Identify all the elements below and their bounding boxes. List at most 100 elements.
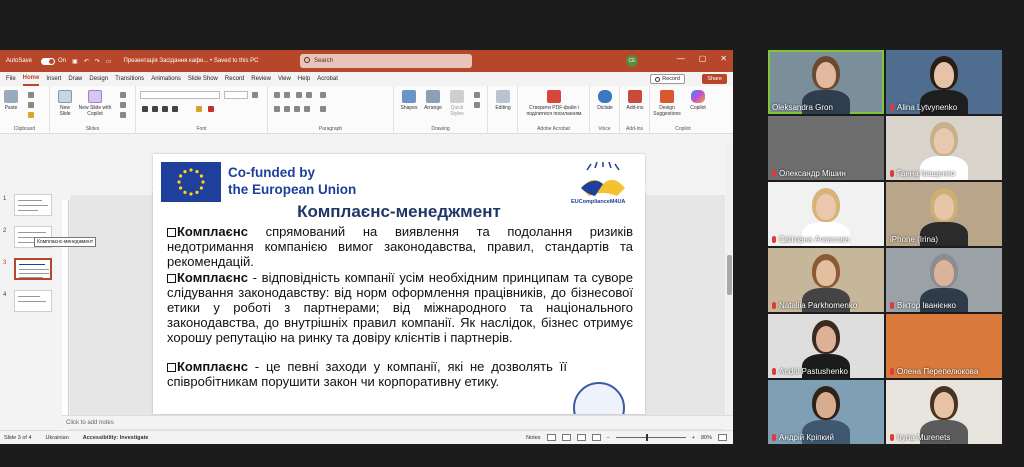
bold-icon[interactable] — [142, 106, 148, 112]
slide-thumbnail-1[interactable] — [14, 194, 52, 216]
reset-icon[interactable] — [120, 102, 126, 108]
grow-font-icon[interactable] — [252, 92, 258, 98]
strikethrough-icon[interactable] — [172, 106, 178, 112]
font-color-icon[interactable] — [208, 106, 214, 112]
notes-toggle[interactable]: Notes — [526, 435, 540, 441]
numbering-icon[interactable] — [284, 92, 290, 98]
line-spacing-icon[interactable] — [320, 92, 326, 98]
menu-file[interactable]: File — [6, 72, 16, 86]
user-avatar[interactable]: CE — [626, 55, 638, 67]
close-icon[interactable]: ✕ — [720, 54, 727, 63]
participant-tile[interactable]: Ганна Іващенко — [886, 116, 1002, 180]
slide-sorter-icon[interactable] — [561, 434, 571, 441]
search-box[interactable]: Search — [300, 54, 472, 68]
undo-icon[interactable]: ↶ — [84, 58, 89, 65]
arrange-button[interactable]: Arrange — [422, 90, 444, 111]
highlight-icon[interactable] — [196, 106, 202, 112]
participant-tile[interactable]: Iryna Murenets — [886, 380, 1002, 444]
menu-record[interactable]: Record — [225, 72, 244, 86]
menu-review[interactable]: Review — [251, 72, 271, 86]
new-slide-button[interactable]: New Slide — [54, 90, 76, 117]
decrease-indent-icon[interactable] — [296, 92, 302, 98]
participant-tile[interactable]: Андрій Кріпкий — [768, 380, 884, 444]
current-slide[interactable]: Co-funded by the European Union EUCompli… — [153, 154, 645, 414]
shape-fill-icon[interactable] — [474, 92, 480, 98]
menu-acrobat[interactable]: Acrobat — [317, 72, 338, 86]
zoom-in-icon[interactable]: + — [692, 435, 695, 441]
format-painter-icon[interactable] — [28, 112, 34, 118]
menu-insert[interactable]: Insert — [46, 72, 61, 86]
present-icon[interactable]: ▭ — [106, 58, 112, 65]
slideshow-view-icon[interactable] — [591, 434, 601, 441]
zoom-level[interactable]: 80% — [701, 435, 712, 441]
underline-icon[interactable] — [162, 106, 168, 112]
menu-draw[interactable]: Draw — [68, 72, 82, 86]
participant-name-text: Nataliia Parkhomenko — [779, 301, 858, 310]
redo-icon[interactable]: ↷ — [95, 58, 100, 65]
align-center-icon[interactable] — [284, 106, 290, 112]
microphone-icon — [598, 90, 612, 103]
create-pdf-button[interactable]: Створити PDF-файл і поділитися посилання… — [522, 90, 586, 117]
designer-label: Design Suggestions — [653, 105, 681, 117]
justify-icon[interactable] — [304, 106, 310, 112]
participant-tile[interactable]: Andrii Pastushenko — [768, 314, 884, 378]
new-slide-copilot-button[interactable]: New Slide with Copilot — [78, 90, 112, 117]
menu-home[interactable]: Home — [22, 72, 40, 86]
zoom-out-icon[interactable]: − — [607, 435, 610, 441]
participant-tile[interactable]: Світлана Ачкасова — [768, 182, 884, 246]
align-left-icon[interactable] — [274, 106, 280, 112]
participant-tile[interactable]: Віктор Іванієнко — [886, 248, 1002, 312]
participant-tile[interactable]: iPhone (Irina) — [886, 182, 1002, 246]
participant-tile[interactable]: Олена Перепелюкова — [886, 314, 1002, 378]
editing-button[interactable]: Editing — [492, 90, 514, 111]
participant-tile[interactable]: Олександр Мішин — [768, 116, 884, 180]
section-icon[interactable] — [120, 112, 126, 118]
copy-icon[interactable] — [28, 102, 34, 108]
menu-help[interactable]: Help — [298, 72, 310, 86]
layout-icon[interactable] — [120, 92, 126, 98]
muted-mic-icon — [890, 104, 894, 111]
fit-slide-icon[interactable] — [718, 434, 727, 441]
addins-button[interactable]: Add-ins — [624, 90, 646, 111]
shapes-button[interactable]: Shapes — [398, 90, 420, 111]
zoom-slider[interactable] — [615, 434, 686, 441]
align-right-icon[interactable] — [294, 106, 300, 112]
minimize-icon[interactable]: — — [677, 54, 685, 63]
paste-button[interactable]: Paste — [4, 90, 18, 111]
vertical-scrollbar[interactable] — [726, 145, 733, 415]
italic-icon[interactable] — [152, 106, 158, 112]
reading-view-icon[interactable] — [576, 434, 586, 441]
search-icon — [304, 57, 310, 63]
font-family-combo[interactable] — [140, 91, 220, 99]
language-indicator[interactable]: Ukrainian — [46, 435, 69, 441]
columns-icon[interactable] — [320, 106, 326, 112]
slide-thumbnail-3[interactable] — [14, 258, 52, 280]
font-size-combo[interactable] — [224, 91, 248, 99]
participant-tile[interactable]: Oleksandra Gron — [768, 50, 884, 114]
maximize-icon[interactable]: ▢ — [699, 54, 707, 63]
bullets-icon[interactable] — [274, 92, 280, 98]
cut-icon[interactable] — [28, 92, 34, 98]
dictate-button[interactable]: Dictate — [594, 90, 616, 111]
menu-design[interactable]: Design — [89, 72, 108, 86]
slide-thumbnail-4[interactable] — [14, 290, 52, 312]
autosave-toggle[interactable] — [41, 57, 56, 65]
copilot-button[interactable]: Copilot — [684, 90, 712, 111]
quick-styles-button[interactable]: Quick Styles — [446, 90, 468, 117]
menu-view[interactable]: View — [278, 72, 291, 86]
increase-indent-icon[interactable] — [306, 92, 312, 98]
menu-animations[interactable]: Animations — [151, 72, 181, 86]
participant-tile[interactable]: Nataliia Parkhomenko — [768, 248, 884, 312]
notes-pane[interactable]: Click to add notes — [62, 415, 733, 429]
participant-tile[interactable]: Alina Lytvynenko — [886, 50, 1002, 114]
menu-slide-show[interactable]: Slide Show — [188, 72, 218, 86]
designer-button[interactable]: Design Suggestions — [652, 90, 682, 117]
menu-transitions[interactable]: Transitions — [115, 72, 144, 86]
normal-view-icon[interactable] — [546, 434, 556, 441]
accessibility-status[interactable]: Accessibility: Investigate — [83, 435, 149, 441]
record-button[interactable]: Record — [650, 74, 685, 84]
share-button[interactable]: Share — [702, 74, 727, 84]
scrollbar-thumb[interactable] — [727, 255, 732, 295]
save-icon[interactable]: ▣ — [72, 58, 78, 65]
shape-outline-icon[interactable] — [474, 102, 480, 108]
